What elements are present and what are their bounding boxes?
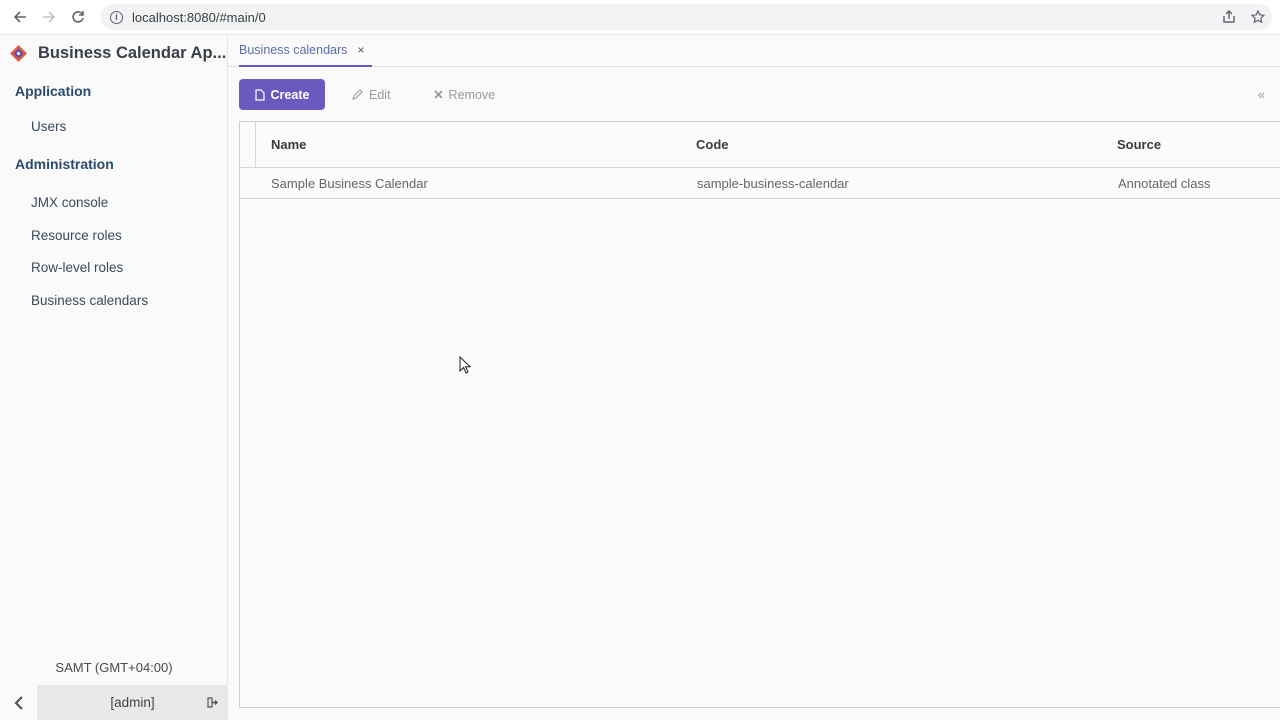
file-icon (254, 88, 265, 101)
address-bar[interactable]: i localhost:8080/#main/0 (100, 4, 1272, 30)
main-content: Business calendars × Create Edit Remove … (228, 35, 1280, 720)
collapse-panel-icon[interactable]: « (1258, 87, 1265, 102)
cell-code: sample-business-calendar (697, 176, 849, 191)
cell-source: Annotated class (1118, 176, 1211, 191)
timezone-label: SAMT (GMT+04:00) (55, 660, 173, 675)
table-header: Name Code Source (240, 122, 1280, 168)
bookmark-star-icon[interactable] (1243, 3, 1272, 32)
column-header-code[interactable]: Code (696, 137, 729, 152)
app-title: Business Calendar Ap... (38, 44, 227, 62)
menu-item-users[interactable]: Users (0, 110, 227, 143)
menu-group-application[interactable]: Application (0, 72, 227, 110)
sidebar: Business Calendar Ap... Application User… (0, 35, 228, 720)
back-icon[interactable] (5, 3, 34, 32)
user-bar: [admin] (0, 685, 228, 720)
row-selector-column (255, 122, 256, 168)
create-button[interactable]: Create (239, 79, 325, 110)
create-button-label: Create (270, 87, 310, 102)
menu-group-administration[interactable]: Administration (0, 145, 227, 183)
table-row[interactable]: Sample Business Calendar sample-business… (240, 168, 1280, 199)
tab-bar: Business calendars × (228, 35, 1280, 67)
menu-item-jmx-console[interactable]: JMX console (0, 187, 227, 220)
user-indicator[interactable]: [admin] (37, 685, 228, 720)
chevron-left-icon (13, 695, 23, 710)
business-calendars-table: Name Code Source Sample Business Calenda… (239, 121, 1280, 708)
column-header-name[interactable]: Name (271, 137, 306, 152)
share-icon[interactable] (1214, 3, 1243, 32)
edit-button-label: Edit (369, 87, 391, 102)
menu-item-row-level-roles[interactable]: Row-level roles (0, 252, 227, 285)
menu-item-business-calendars[interactable]: Business calendars (0, 284, 227, 317)
edit-button[interactable]: Edit (352, 79, 391, 110)
username-label: [admin] (110, 695, 155, 710)
remove-button[interactable]: Remove (433, 79, 496, 110)
remove-x-icon (433, 90, 443, 99)
forward-icon[interactable] (34, 3, 63, 32)
tab-close-icon[interactable]: × (357, 43, 364, 57)
app-header: Business Calendar Ap... (0, 35, 227, 72)
toolbar: Create Edit Remove (239, 79, 495, 110)
pencil-icon (352, 89, 363, 100)
column-header-source[interactable]: Source (1117, 137, 1161, 152)
tab-business-calendars[interactable]: Business calendars × (239, 35, 372, 67)
mouse-cursor-icon (459, 356, 471, 374)
remove-button-label: Remove (448, 87, 496, 102)
app-logo-icon (9, 44, 28, 63)
collapse-sidebar-button[interactable] (0, 685, 37, 720)
url-text[interactable]: localhost:8080/#main/0 (132, 10, 266, 25)
browser-toolbar: i localhost:8080/#main/0 (0, 0, 1280, 35)
menu-item-resource-roles[interactable]: Resource roles (0, 219, 227, 252)
reload-icon[interactable] (63, 3, 92, 32)
tab-label: Business calendars (239, 43, 348, 57)
cell-name: Sample Business Calendar (271, 176, 428, 191)
site-info-icon[interactable]: i (110, 10, 123, 24)
logout-icon[interactable] (207, 697, 218, 708)
